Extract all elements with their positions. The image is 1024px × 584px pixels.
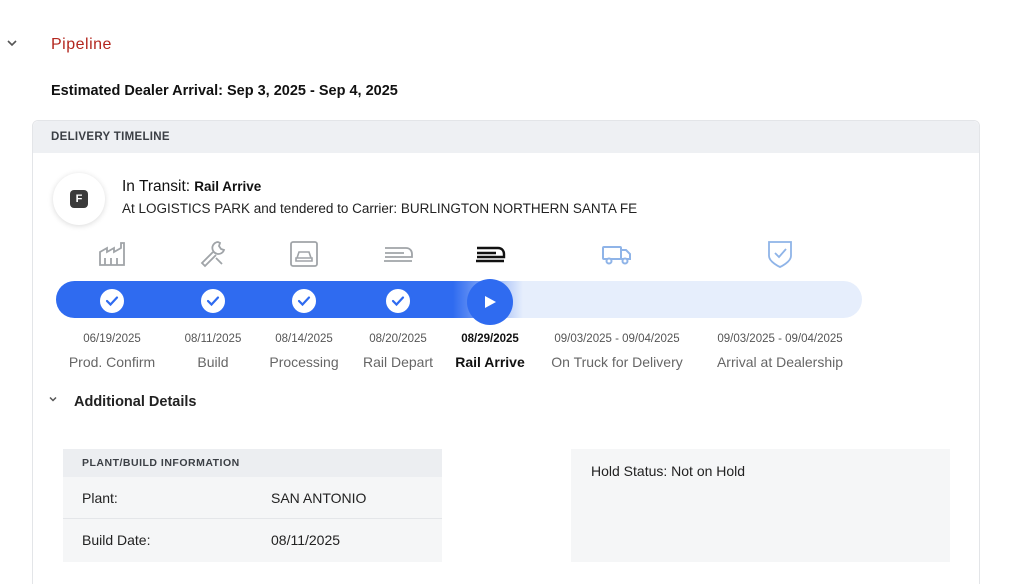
shield-check-icon (700, 239, 860, 269)
status-value: Rail Arrive (194, 179, 262, 194)
status-avatar: F (53, 173, 105, 225)
build-date-value: 08/11/2025 (271, 532, 341, 548)
hold-status-panel: Hold Status: Not on Hold (571, 449, 950, 562)
delivery-timeline-card: DELIVERY TIMELINE F In Transit: Rail Arr… (32, 120, 980, 584)
check-icon (290, 287, 318, 315)
step-name: Arrival at Dealership (716, 354, 844, 370)
status-label: In Transit: (122, 178, 191, 195)
play-icon (467, 279, 513, 325)
section-title[interactable]: Pipeline (51, 36, 112, 54)
plant-panel-header: PLANT/BUILD INFORMATION (63, 449, 442, 477)
estimated-arrival: Estimated Dealer Arrival: Sep 3, 2025 - … (51, 83, 398, 99)
step-date: 09/03/2025 - 09/04/2025 (717, 333, 843, 345)
plant-value: SAN ANTONIO (271, 490, 367, 506)
status-detail: At LOGISTICS PARK and tendered to Carrie… (122, 201, 638, 216)
chevron-down-icon[interactable] (5, 36, 19, 50)
plant-build-panel: PLANT/BUILD INFORMATION Plant: SAN ANTON… (63, 449, 442, 562)
additional-details-title[interactable]: Additional Details (74, 394, 196, 410)
build-date-label: Build Date: (82, 532, 151, 548)
timeline-step: 09/03/2025 - 09/04/2025 Arrival at Dealer… (700, 239, 860, 370)
check-icon (199, 287, 227, 315)
step-name: On Truck for Delivery (551, 354, 683, 370)
status-avatar-letter: F (70, 190, 88, 208)
hold-status-text: Hold Status: Not on Hold (591, 463, 746, 479)
status-heading: In Transit: Rail Arrive (122, 178, 261, 196)
plant-row: Plant: SAN ANTONIO (63, 477, 442, 519)
chevron-down-icon[interactable] (47, 393, 59, 405)
truck-icon (537, 239, 697, 269)
step-date: 09/03/2025 - 09/04/2025 (554, 333, 680, 345)
check-icon (384, 287, 412, 315)
build-date-row: Build Date: 08/11/2025 (63, 519, 442, 561)
card-header: DELIVERY TIMELINE (33, 121, 979, 153)
check-icon (98, 287, 126, 315)
progress-track (56, 281, 862, 318)
plant-label: Plant: (82, 490, 118, 506)
timeline-step: 09/03/2025 - 09/04/2025 On Truck for Deli… (537, 239, 697, 370)
